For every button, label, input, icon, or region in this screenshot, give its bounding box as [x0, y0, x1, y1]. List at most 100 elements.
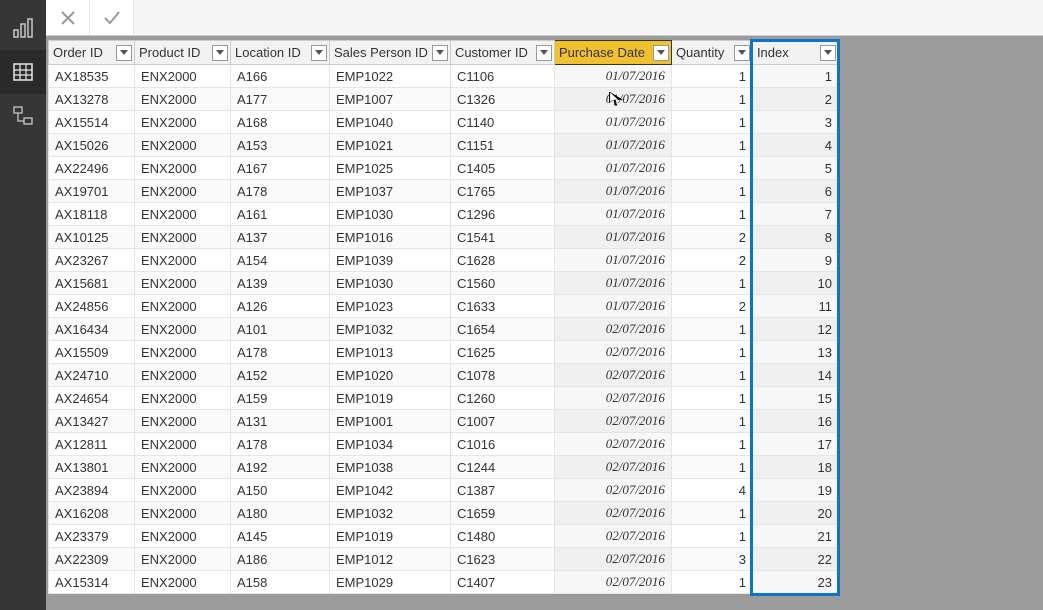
cell-order[interactable]: AX24654: [49, 387, 135, 410]
cell-product[interactable]: ENX2000: [135, 364, 231, 387]
cell-idx[interactable]: 20: [752, 502, 838, 525]
cell-salesp[interactable]: EMP1001: [330, 410, 451, 433]
cell-customer[interactable]: C1326: [450, 88, 554, 111]
cell-customer[interactable]: C1007: [450, 410, 554, 433]
table-row[interactable]: AX16208ENX2000A180EMP1032C165902/07/2016…: [49, 502, 839, 525]
column-header-location[interactable]: Location ID: [231, 41, 330, 65]
cell-date[interactable]: 02/07/2016: [554, 525, 671, 548]
column-header-qty[interactable]: Quantity: [671, 41, 752, 65]
cell-customer[interactable]: C1078: [450, 364, 554, 387]
cell-order[interactable]: AX16208: [49, 502, 135, 525]
column-filter-button[interactable]: [116, 45, 132, 61]
table-row[interactable]: AX22309ENX2000A186EMP1012C162302/07/2016…: [49, 548, 839, 571]
cell-location[interactable]: A150: [231, 479, 330, 502]
formula-input[interactable]: [134, 0, 1043, 35]
cell-product[interactable]: ENX2000: [135, 203, 231, 226]
table-row[interactable]: AX13427ENX2000A131EMP1001C100702/07/2016…: [49, 410, 839, 433]
cell-customer[interactable]: C1151: [450, 134, 554, 157]
table-row[interactable]: AX23267ENX2000A154EMP1039C162801/07/2016…: [49, 249, 839, 272]
cell-location[interactable]: A167: [231, 157, 330, 180]
table-row[interactable]: AX19701ENX2000A178EMP1037C176501/07/2016…: [49, 180, 839, 203]
table-row[interactable]: AX23894ENX2000A150EMP1042C138702/07/2016…: [49, 479, 839, 502]
cell-salesp[interactable]: EMP1042: [330, 479, 451, 502]
cell-idx[interactable]: 11: [752, 295, 838, 318]
cell-customer[interactable]: C1633: [450, 295, 554, 318]
cell-salesp[interactable]: EMP1025: [330, 157, 451, 180]
cell-idx[interactable]: 7: [752, 203, 838, 226]
cell-date[interactable]: 01/07/2016: [554, 226, 671, 249]
cell-location[interactable]: A161: [231, 203, 330, 226]
cell-order[interactable]: AX12811: [49, 433, 135, 456]
column-filter-button[interactable]: [311, 45, 327, 61]
cell-idx[interactable]: 17: [752, 433, 838, 456]
cell-idx[interactable]: 12: [752, 318, 838, 341]
cell-date[interactable]: 01/07/2016: [554, 111, 671, 134]
cell-date[interactable]: 01/07/2016: [554, 249, 671, 272]
cell-product[interactable]: ENX2000: [135, 341, 231, 364]
column-filter-button[interactable]: [653, 45, 669, 61]
cell-qty[interactable]: 1: [671, 502, 752, 525]
cell-customer[interactable]: C1260: [450, 387, 554, 410]
cell-qty[interactable]: 1: [671, 272, 752, 295]
cell-qty[interactable]: 3: [671, 548, 752, 571]
cell-order[interactable]: AX10125: [49, 226, 135, 249]
cell-location[interactable]: A126: [231, 295, 330, 318]
formula-commit-button[interactable]: [90, 0, 134, 35]
cell-date[interactable]: 01/07/2016: [554, 295, 671, 318]
cell-qty[interactable]: 1: [671, 157, 752, 180]
cell-idx[interactable]: 5: [752, 157, 838, 180]
cell-product[interactable]: ENX2000: [135, 433, 231, 456]
cell-idx[interactable]: 6: [752, 180, 838, 203]
cell-location[interactable]: A145: [231, 525, 330, 548]
cell-idx[interactable]: 16: [752, 410, 838, 433]
cell-idx[interactable]: 8: [752, 226, 838, 249]
cell-location[interactable]: A178: [231, 180, 330, 203]
cell-qty[interactable]: 1: [671, 387, 752, 410]
column-header-customer[interactable]: Customer ID: [450, 41, 554, 65]
data-view-button[interactable]: [0, 50, 46, 94]
column-filter-button[interactable]: [820, 45, 836, 61]
table-row[interactable]: AX15514ENX2000A168EMP1040C114001/07/2016…: [49, 111, 839, 134]
cell-salesp[interactable]: EMP1032: [330, 318, 451, 341]
cell-salesp[interactable]: EMP1012: [330, 548, 451, 571]
cell-order[interactable]: AX24856: [49, 295, 135, 318]
column-filter-button[interactable]: [432, 45, 448, 61]
cell-qty[interactable]: 1: [671, 318, 752, 341]
cell-qty[interactable]: 4: [671, 479, 752, 502]
cell-product[interactable]: ENX2000: [135, 65, 231, 88]
cell-order[interactable]: AX23894: [49, 479, 135, 502]
table-row[interactable]: AX24654ENX2000A159EMP1019C126002/07/2016…: [49, 387, 839, 410]
cell-qty[interactable]: 2: [671, 226, 752, 249]
cell-idx[interactable]: 4: [752, 134, 838, 157]
cell-product[interactable]: ENX2000: [135, 479, 231, 502]
table-row[interactable]: AX15681ENX2000A139EMP1030C156001/07/2016…: [49, 272, 839, 295]
cell-customer[interactable]: C1016: [450, 433, 554, 456]
cell-salesp[interactable]: EMP1022: [330, 65, 451, 88]
cell-order[interactable]: AX18535: [49, 65, 135, 88]
cell-product[interactable]: ENX2000: [135, 111, 231, 134]
cell-qty[interactable]: 1: [671, 111, 752, 134]
cell-date[interactable]: 01/07/2016: [554, 134, 671, 157]
cell-qty[interactable]: 1: [671, 180, 752, 203]
cell-product[interactable]: ENX2000: [135, 410, 231, 433]
cell-product[interactable]: ENX2000: [135, 502, 231, 525]
column-filter-button[interactable]: [734, 45, 750, 61]
cell-location[interactable]: A186: [231, 548, 330, 571]
data-grid[interactable]: Order IDProduct IDLocation IDSales Perso…: [48, 40, 839, 594]
cell-salesp[interactable]: EMP1034: [330, 433, 451, 456]
cell-date[interactable]: 02/07/2016: [554, 479, 671, 502]
cell-location[interactable]: A131: [231, 410, 330, 433]
cell-product[interactable]: ENX2000: [135, 548, 231, 571]
cell-order[interactable]: AX13427: [49, 410, 135, 433]
cell-order[interactable]: AX16434: [49, 318, 135, 341]
cell-customer[interactable]: C1659: [450, 502, 554, 525]
cell-location[interactable]: A166: [231, 65, 330, 88]
cell-qty[interactable]: 2: [671, 295, 752, 318]
cell-location[interactable]: A158: [231, 571, 330, 594]
table-row[interactable]: AX16434ENX2000A101EMP1032C165402/07/2016…: [49, 318, 839, 341]
cell-customer[interactable]: C1560: [450, 272, 554, 295]
cell-qty[interactable]: 1: [671, 410, 752, 433]
cell-date[interactable]: 01/07/2016: [554, 203, 671, 226]
cell-location[interactable]: A192: [231, 456, 330, 479]
cell-idx[interactable]: 19: [752, 479, 838, 502]
